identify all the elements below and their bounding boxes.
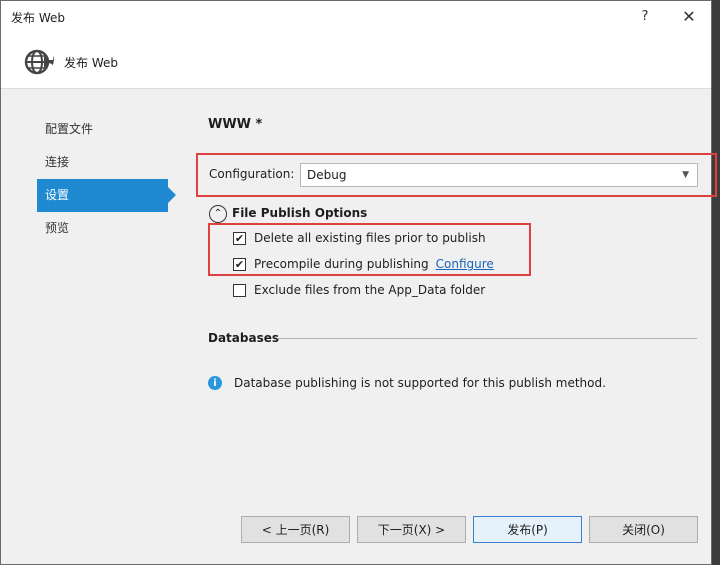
option-precompile[interactable]: ✔ Precompile during publishing Configure xyxy=(233,255,494,273)
background-editor-edge xyxy=(712,0,720,565)
info-icon: i xyxy=(208,376,222,390)
sidebar-item-profile[interactable]: 配置文件 xyxy=(37,113,168,146)
profile-name: WWW * xyxy=(208,117,263,132)
globe-publish-icon xyxy=(24,49,54,75)
file-publish-options-title: File Publish Options xyxy=(232,206,368,220)
dialog-header: 发布 Web xyxy=(1,32,711,89)
option-exclude-app-data[interactable]: Exclude files from the App_Data folder xyxy=(233,281,485,299)
chevron-down-icon: ▼ xyxy=(682,170,689,180)
configure-link[interactable]: Configure xyxy=(436,257,494,271)
configuration-select[interactable]: Debug ▼ xyxy=(300,163,698,187)
databases-info-text: Database publishing is not supported for… xyxy=(234,376,606,390)
configuration-label: Configuration: xyxy=(209,167,295,181)
databases-divider xyxy=(277,338,697,339)
header-title: 发布 Web xyxy=(64,56,118,70)
sidebar-nav: 配置文件 连接 设置 预览 xyxy=(37,113,176,245)
sidebar-item-connection[interactable]: 连接 xyxy=(37,146,168,179)
option-label: Precompile during publishing xyxy=(254,257,429,271)
publish-button[interactable]: 发布(P) xyxy=(473,516,582,543)
close-button[interactable]: 关闭(O) xyxy=(589,516,698,543)
sidebar-item-settings[interactable]: 设置 xyxy=(37,179,176,212)
option-label: Delete all existing files prior to publi… xyxy=(254,231,486,245)
option-label: Exclude files from the App_Data folder xyxy=(254,283,486,297)
databases-title: Databases xyxy=(208,331,280,345)
close-icon[interactable]: ✕ xyxy=(669,1,709,32)
prev-button[interactable]: < 上一页(R) xyxy=(241,516,350,543)
configuration-value: Debug xyxy=(307,168,347,182)
sidebar-item-preview[interactable]: 预览 xyxy=(37,212,168,245)
publish-web-dialog: 发布 Web ? ✕ 发布 Web 配置文件 连接 设置 预览 WWW * Co… xyxy=(0,0,717,565)
window-title: 发布 Web xyxy=(11,11,65,25)
option-delete-existing[interactable]: ✔ Delete all existing files prior to pub… xyxy=(233,229,486,247)
collapse-toggle-icon[interactable]: ⌃ xyxy=(209,205,227,223)
checkbox-exclude-app-data[interactable] xyxy=(233,283,246,297)
checkbox-delete-existing[interactable]: ✔ xyxy=(233,231,246,245)
help-button[interactable]: ? xyxy=(625,1,665,32)
next-button[interactable]: 下一页(X) > xyxy=(357,516,466,543)
title-bar: 发布 Web ? ✕ xyxy=(1,1,711,32)
checkbox-precompile[interactable]: ✔ xyxy=(233,257,246,271)
